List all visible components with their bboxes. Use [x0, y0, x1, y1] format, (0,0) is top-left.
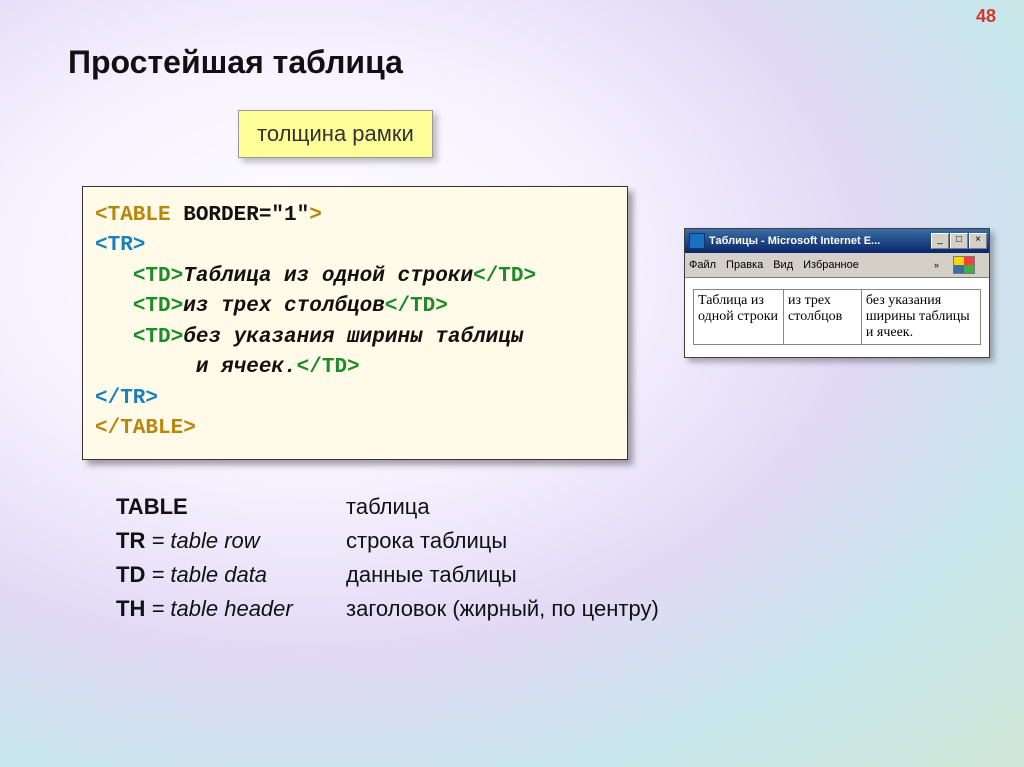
maximize-button[interactable]: □	[950, 233, 968, 249]
code-token: <TD>	[133, 265, 183, 288]
def-ru: заголовок (жирный, по центру)	[346, 592, 659, 626]
code-token: </TD>	[297, 356, 360, 379]
definition-row: TR = table row строка таблицы	[116, 524, 659, 558]
code-text: без указания ширины таблицы	[183, 326, 523, 349]
table-cell: без указания ширины таблицы и ячеек.	[861, 290, 980, 345]
slide-title: Простейшая таблица	[68, 44, 403, 81]
page-number: 48	[976, 6, 996, 27]
code-text: из трех столбцов	[183, 295, 385, 318]
code-token: >	[309, 204, 322, 227]
window-title: Таблицы - Microsoft Internet E...	[709, 235, 931, 247]
def-ru: таблица	[346, 490, 430, 524]
code-text: и ячеек.	[95, 356, 297, 379]
menu-item-edit[interactable]: Правка	[726, 259, 763, 271]
browser-window: Таблицы - Microsoft Internet E... _ □ × …	[684, 228, 990, 358]
def-ru: строка таблицы	[346, 524, 507, 558]
code-token: <TABLE	[95, 204, 183, 227]
menu-bar: Файл Правка Вид Избранное »	[685, 253, 989, 278]
code-token: <TD>	[133, 295, 183, 318]
code-token: </TD>	[473, 265, 536, 288]
ie-icon	[689, 233, 705, 249]
menu-item-favorites[interactable]: Избранное	[803, 259, 859, 271]
table-row: Таблица из одной строки из трех столбцов…	[694, 290, 981, 345]
code-block: <TABLE BORDER="1"> <TR> <TD>Таблица из о…	[82, 186, 628, 460]
definition-row: TD = table data данные таблицы	[116, 558, 659, 592]
code-token: <TD>	[133, 326, 183, 349]
callout: толщина рамки	[238, 110, 433, 158]
code-token: </TABLE>	[95, 417, 196, 440]
def-tag: TR	[116, 528, 145, 553]
definitions-list: TABLE таблица TR = table row строка табл…	[116, 490, 659, 626]
code-token: </TD>	[385, 295, 448, 318]
callout-label: толщина рамки	[238, 110, 433, 158]
def-en: = table row	[145, 528, 259, 553]
menu-item-view[interactable]: Вид	[773, 259, 793, 271]
def-tag: TD	[116, 562, 145, 587]
def-tag: TH	[116, 596, 145, 621]
code-token: <TR>	[95, 234, 145, 257]
def-ru: данные таблицы	[346, 558, 517, 592]
code-token: BORDER="1"	[183, 204, 309, 227]
chevron-icon[interactable]: »	[934, 260, 939, 270]
table-cell: Таблица из одной строки	[694, 290, 784, 345]
code-token: </TR>	[95, 387, 158, 410]
menu-item-file[interactable]: Файл	[689, 259, 716, 271]
close-button[interactable]: ×	[969, 233, 987, 249]
minimize-button[interactable]: _	[931, 233, 949, 249]
def-en: = table header	[145, 596, 292, 621]
def-tag: TABLE	[116, 494, 188, 519]
window-titlebar: Таблицы - Microsoft Internet E... _ □ ×	[685, 229, 989, 253]
windows-logo-icon	[953, 256, 975, 274]
rendered-table: Таблица из одной строки из трех столбцов…	[693, 289, 981, 345]
table-cell: из трех столбцов	[784, 290, 862, 345]
definition-row: TABLE таблица	[116, 490, 659, 524]
def-en: = table data	[145, 562, 267, 587]
code-text: Таблица из одной строки	[183, 265, 473, 288]
browser-client-area: Таблица из одной строки из трех столбцов…	[685, 278, 989, 357]
definition-row: TH = table header заголовок (жирный, по …	[116, 592, 659, 626]
